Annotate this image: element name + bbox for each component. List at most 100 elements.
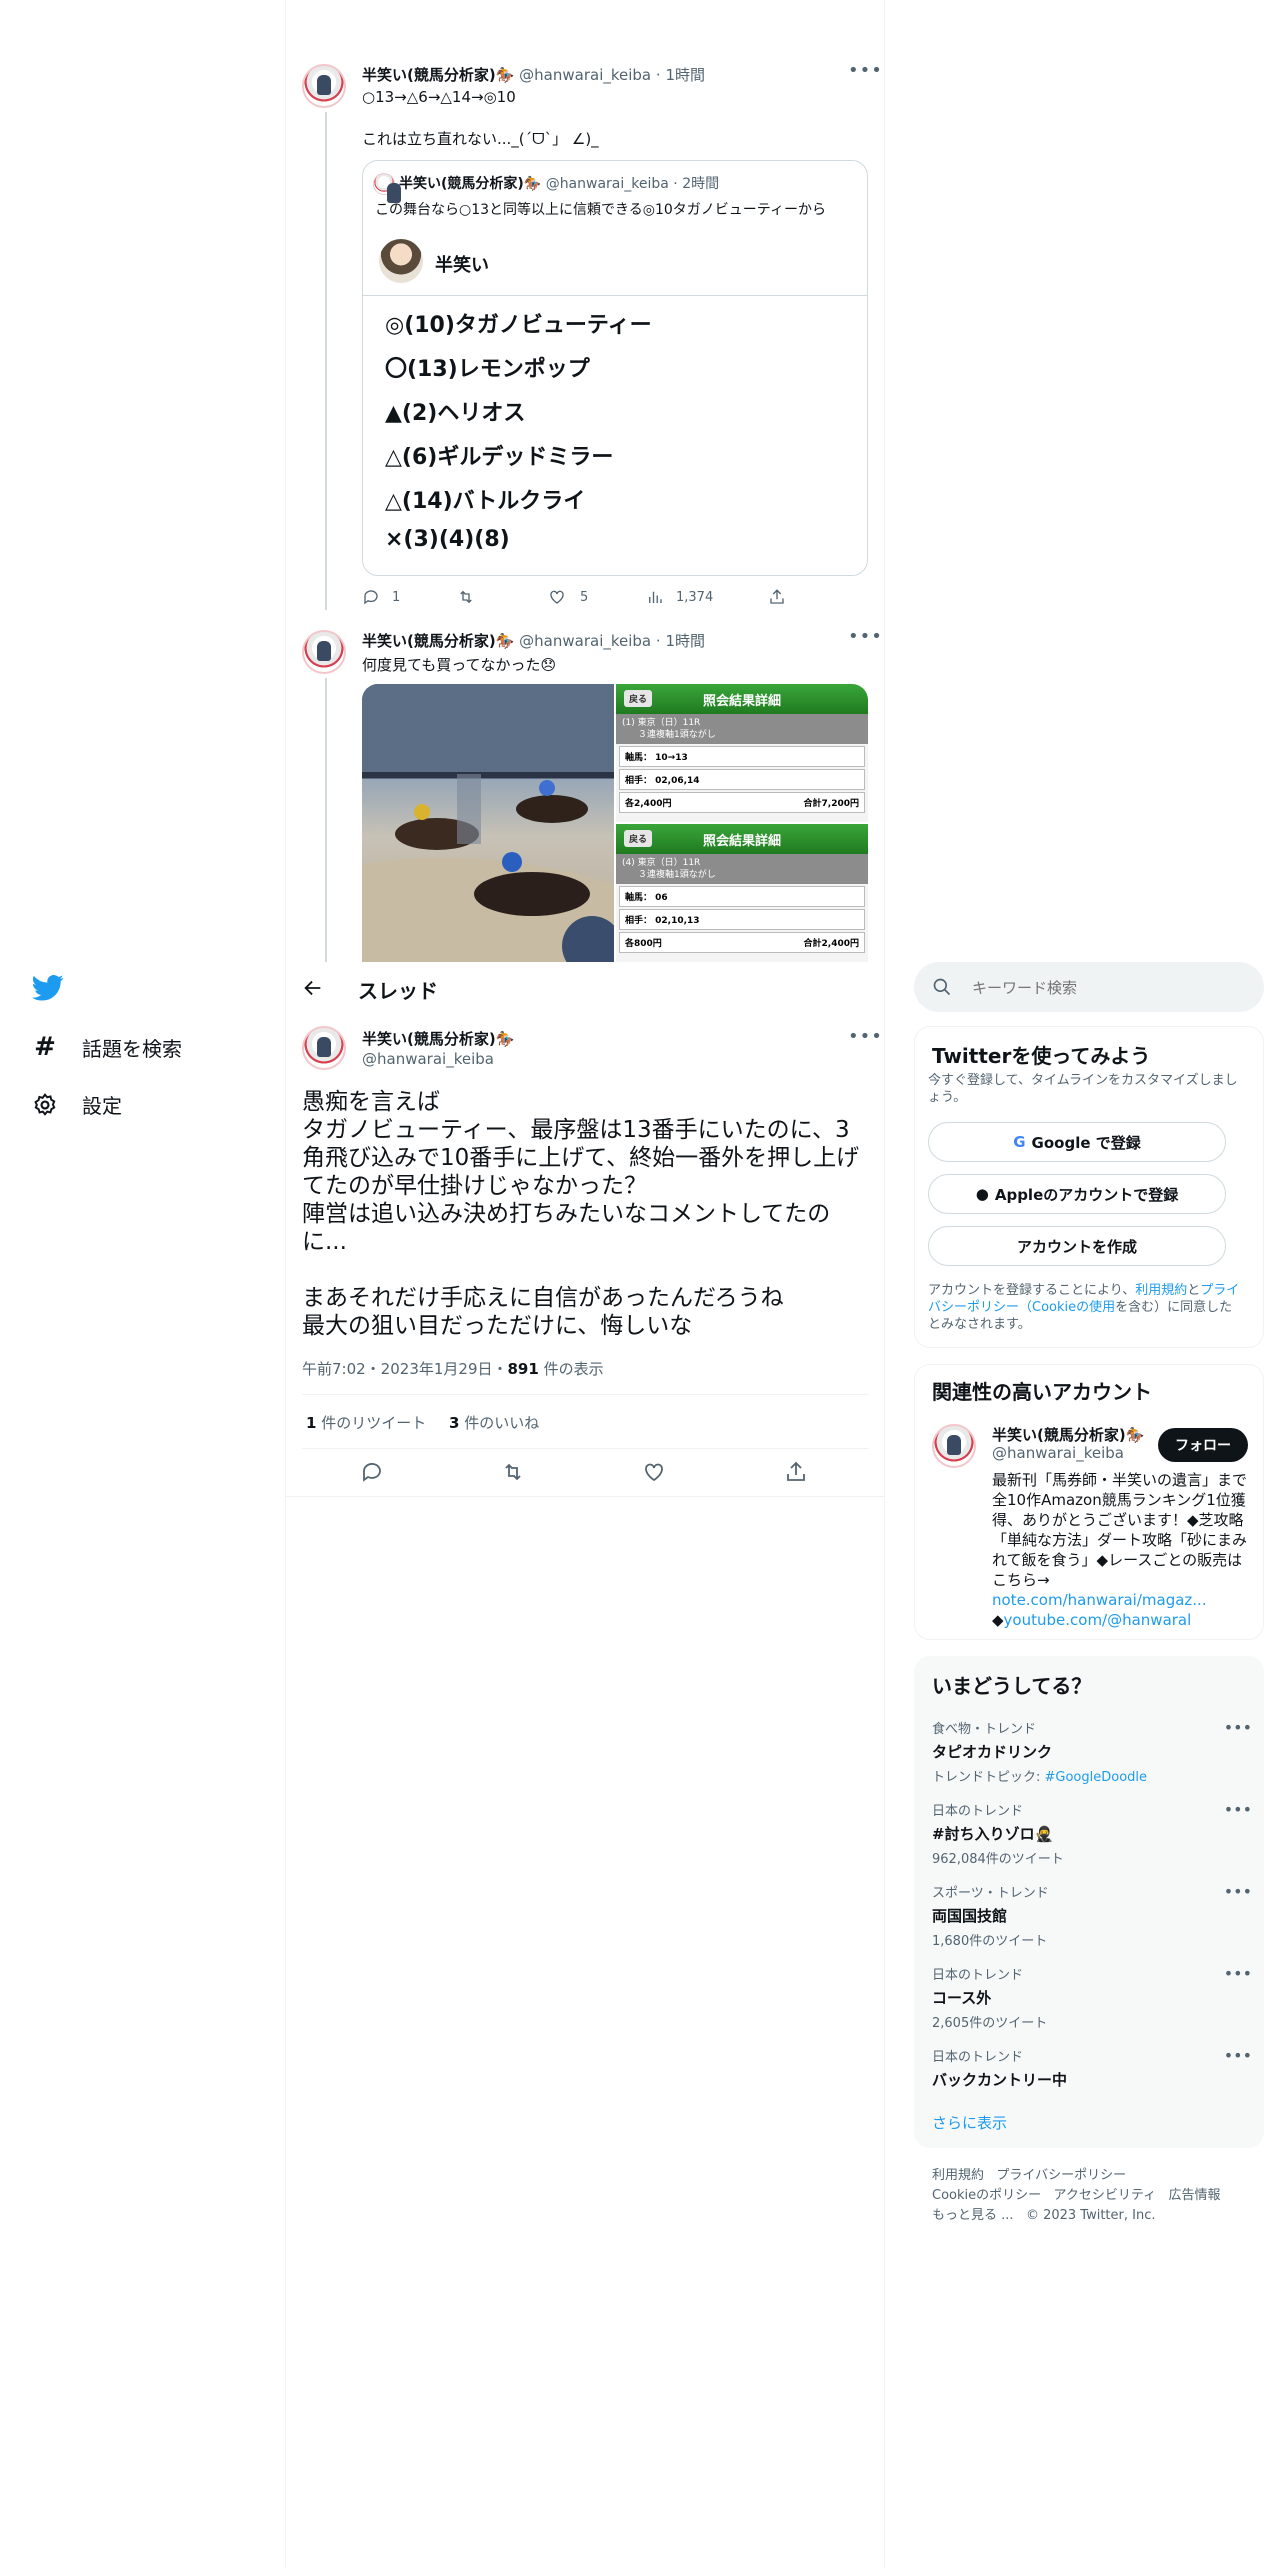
race-info: (1) 東京（日）11R [622, 718, 701, 728]
trend-item[interactable]: 日本のトレンド コース外 2,605件のツイート ••• [932, 1964, 1252, 2031]
avatar[interactable] [302, 64, 346, 108]
footer-link[interactable]: アクセシビリティ [1054, 2188, 1157, 2203]
related-handle[interactable]: @hanwarai_keiba [992, 1444, 1124, 1462]
signup-subtitle: 今すぐ登録して、タイムラインをカスタマイズしましょう。 [928, 1073, 1238, 1105]
more-options-icon[interactable]: ••• [1224, 1882, 1252, 1901]
trend-item[interactable]: 日本のトレンド #討ち入りゾロ🥷 962,084件のツイート ••• [932, 1800, 1252, 1867]
trend-context: 日本のトレンド [932, 2050, 1024, 2065]
tweet-time[interactable]: 1時間 [665, 632, 705, 650]
tweet-text: これは立ち直れない..._(ˊᗜˋ」 ∠)_ [362, 130, 599, 148]
axis-horse: 軸馬： 10→13 [619, 746, 865, 767]
tweet-meta: 午前7:02・2023年1月29日・891 件の表示 [302, 1358, 604, 1379]
tweet-media[interactable]: 戻る照会結果詳細 (1) 東京（日）11R ３連複軸1頭ながし 軸馬： 10→13… [362, 684, 868, 962]
author-handle[interactable]: @hanwarai_keiba [362, 1050, 494, 1068]
card-name: 半笑い [435, 255, 489, 276]
partner-horses: 相手： 02,06,14 [619, 769, 865, 790]
more-options-icon[interactable]: ••• [848, 60, 883, 81]
show-more-link[interactable]: さらに表示 [932, 2112, 1007, 2133]
author-name[interactable]: 半笑い(競馬分析家)🏇 [362, 66, 514, 84]
quoted-text: この舞台なら○13と同等以上に信頼できる◎10タガノビューティーから [375, 202, 826, 218]
quoted-header: 半笑い(競馬分析家)🏇 @hanwarai_keiba · 2時間 [399, 176, 720, 192]
trend-topic-link[interactable]: #GoogleDoodle [1045, 1770, 1148, 1785]
trend-context: 日本のトレンド [932, 1804, 1024, 1819]
more-options-icon[interactable]: ••• [1224, 1800, 1252, 1819]
share-icon[interactable] [768, 588, 786, 606]
footer-link[interactable]: 利用規約 [932, 2168, 984, 2183]
more-options-icon[interactable]: ••• [1224, 2046, 1252, 2065]
terms-link[interactable]: 利用規約 [1135, 1283, 1187, 1298]
more-options-icon[interactable]: ••• [1224, 1718, 1252, 1737]
trend-name: タピオカドリンク [932, 1743, 1053, 1761]
view-label: 件の表示 [538, 1360, 604, 1378]
bio-link[interactable]: note.com/hanwarai/magaz... [992, 1591, 1207, 1609]
each-amount: 各2,400円 [625, 799, 672, 809]
quoted-tweet[interactable]: 半笑い(競馬分析家)🏇 @hanwarai_keiba · 2時間 この舞台なら… [362, 160, 868, 576]
tweet-timestamp[interactable]: 午前7:02・2023年1月29日・ [302, 1360, 508, 1378]
retweet-icon[interactable] [500, 1460, 526, 1484]
search-box[interactable] [914, 962, 1264, 1012]
google-signup-button[interactable]: G Google で登録 [928, 1122, 1226, 1162]
author-name[interactable]: 半笑い(競馬分析家)🏇 [362, 632, 514, 650]
signup-legal: アカウントを登録することにより、利用規約とプライバシーポリシー（Cookieの使… [928, 1283, 1240, 1332]
nav-explore[interactable]: # 話題を検索 [32, 1032, 182, 1062]
share-icon[interactable] [784, 1460, 808, 1484]
related-bio: 最新刊「馬券師・半笑いの遺言」まで全10作Amazon競馬ランキング1位獲得、あ… [992, 1471, 1248, 1629]
more-options-icon[interactable]: ••• [848, 1026, 883, 1047]
twitter-logo-icon[interactable] [32, 974, 64, 1002]
author-handle[interactable]: @hanwarai_keiba [519, 632, 651, 650]
author-name[interactable]: 半笑い(競馬分析家)🏇 [362, 1028, 514, 1049]
more-options-icon[interactable]: ••• [848, 626, 883, 647]
back-button: 戻る [624, 690, 653, 707]
trend-item[interactable]: 食べ物・トレンド タピオカドリンク トレンドトピック: #GoogleDoodl… [932, 1718, 1252, 1785]
trend-item[interactable]: スポーツ・トレンド 両国国技館 1,680件のツイート ••• [932, 1882, 1252, 1949]
avatar[interactable] [302, 1026, 346, 1070]
trend-count: 1,680件のツイート [932, 1934, 1048, 1949]
footer-link[interactable]: プライバシーポリシー [996, 2168, 1126, 2183]
page-title: スレッド [358, 979, 438, 1003]
pick-line: △(6)ギルデッドミラー [385, 445, 614, 470]
like-icon[interactable] [642, 1460, 666, 1484]
footer-link[interactable]: Cookieのポリシー [932, 2188, 1041, 2203]
trend-name: 両国国技館 [932, 1907, 1008, 1925]
author-handle[interactable]: @hanwarai_keiba [519, 66, 651, 84]
google-icon: G [1013, 1133, 1026, 1151]
apple-signup-button[interactable]: ● Appleのアカウントで登録 [928, 1174, 1226, 1214]
create-account-button[interactable]: アカウントを作成 [928, 1226, 1226, 1266]
divider [302, 1394, 868, 1395]
like-icon[interactable] [548, 588, 566, 606]
bet-type: ３連複軸1頭ながし [638, 870, 716, 880]
nav-settings[interactable]: 設定 [32, 1090, 122, 1119]
like-stat[interactable]: 3 件のいいね [449, 1414, 539, 1432]
avatar[interactable] [932, 1424, 976, 1468]
related-name[interactable]: 半笑い(競馬分析家)🏇 [992, 1424, 1144, 1445]
signup-title: Twitterを使ってみよう [932, 1044, 1151, 1068]
retweet-stat[interactable]: 1 件のリツイート [306, 1414, 426, 1432]
views-icon[interactable] [646, 588, 664, 606]
footer-link[interactable]: 広告情報 [1169, 2188, 1221, 2203]
trend-name: バックカントリー中 [932, 2071, 1068, 2089]
divider [302, 1448, 868, 1449]
avatar[interactable] [302, 630, 346, 674]
apple-signup-label: Appleのアカウントで登録 [994, 1185, 1179, 1204]
bio-link[interactable]: youtube.com/@hanwaral [1004, 1611, 1192, 1629]
view-count: 1,374 [676, 590, 714, 605]
race-horses-image [362, 684, 622, 962]
more-options-icon[interactable]: ••• [1224, 1964, 1252, 1983]
footer-more-link[interactable]: もっと見る ... [932, 2208, 1014, 2223]
pick-line: 〇(13)レモンポップ [385, 357, 590, 382]
total-amount: 合計2,400円 [803, 939, 859, 949]
race-photo[interactable] [362, 684, 622, 962]
tweet-text: 何度見ても買ってなかった😞 [362, 656, 557, 674]
reply-icon[interactable] [360, 1460, 384, 1484]
follow-button[interactable]: フォロー [1158, 1428, 1248, 1462]
result-title: 照会結果詳細 [702, 833, 781, 849]
back-arrow-icon[interactable] [302, 977, 324, 999]
trend-item[interactable]: 日本のトレンド バックカントリー中 ••• [932, 2046, 1252, 2090]
trend-context: 食べ物・トレンド [932, 1722, 1037, 1737]
tweet-time[interactable]: 1時間 [665, 66, 705, 84]
reply-icon[interactable] [362, 588, 380, 606]
retweet-icon[interactable] [456, 588, 476, 606]
search-input[interactable] [970, 974, 1244, 1002]
partner-horses: 相手： 02,10,13 [619, 909, 865, 930]
like-count: 5 [580, 590, 589, 605]
